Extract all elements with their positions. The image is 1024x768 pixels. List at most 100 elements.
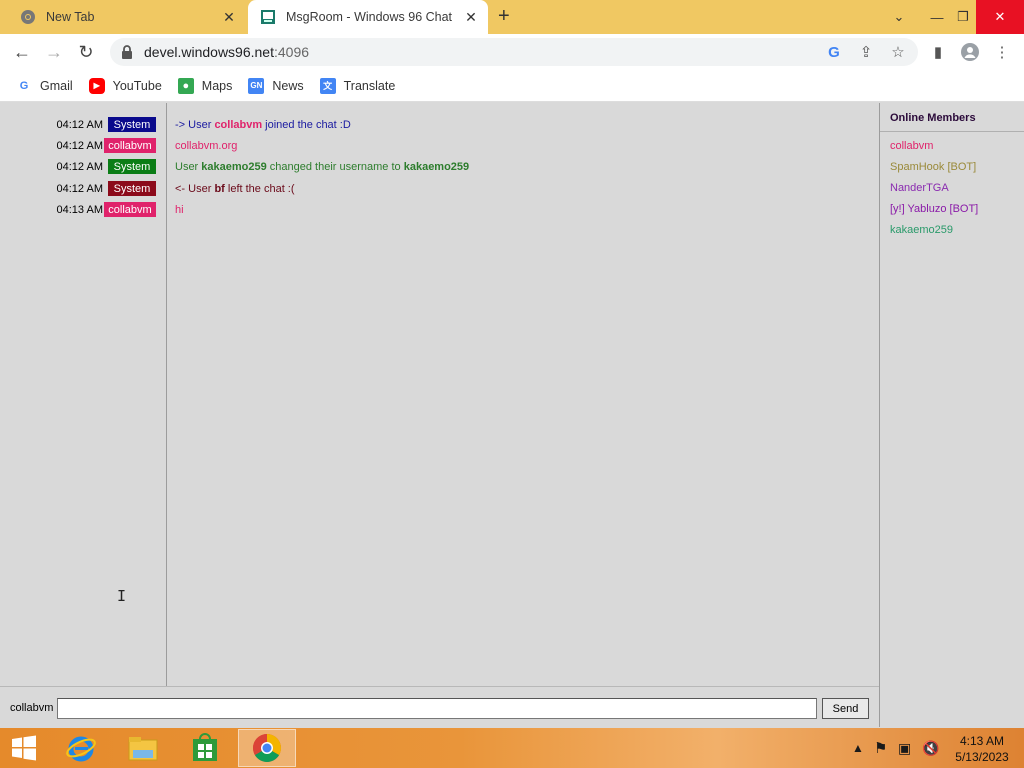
back-arrow-icon[interactable]: ←: [10, 40, 34, 64]
message-username[interactable]: bf: [214, 183, 224, 195]
lock-icon: [122, 45, 132, 59]
store-button[interactable]: [176, 729, 234, 767]
browser-toolbar: ← → ↻ devel.windows96.net:4096 G ⇪ ☆ ▮ ⋮: [0, 34, 1024, 70]
reload-icon[interactable]: ↻: [74, 40, 98, 64]
windows-taskbar: ▲ ⚑ ▣ 🔇 4:13 AM 5/13/2023: [0, 728, 1024, 768]
chrome-icon: [21, 10, 35, 24]
text-cursor-icon: I: [117, 587, 127, 605]
close-tab-icon[interactable]: ✕: [218, 9, 240, 26]
chat-message: 04:13 AM collabvm hi: [0, 202, 879, 220]
profile-avatar-icon[interactable]: [960, 42, 980, 62]
message-time: 04:13 AM: [56, 204, 103, 216]
show-hidden-icons-icon[interactable]: ▲: [852, 728, 864, 768]
chat-input-bar: collabvm Send: [0, 686, 879, 727]
chat-message: 04:12 AM collabvm collabvm.org: [0, 138, 879, 156]
member-item[interactable]: kakaemo259: [890, 224, 953, 236]
message-user-badge[interactable]: System: [108, 159, 156, 174]
bookmark-youtube[interactable]: ▶ YouTube: [88, 77, 162, 94]
member-item[interactable]: SpamHook [BOT]: [890, 161, 976, 173]
bookmark-maps[interactable]: ● Maps: [177, 77, 232, 94]
members-divider: [880, 131, 1024, 132]
chrome-icon: [253, 734, 281, 762]
message-fragment: changed their username to: [266, 161, 404, 173]
maps-icon: ●: [177, 77, 194, 94]
bookmark-gmail[interactable]: G Gmail: [16, 78, 73, 94]
chrome-taskbar-button[interactable]: [238, 729, 296, 767]
bookmark-star-icon[interactable]: ☆: [888, 42, 908, 62]
message-text: <- User bf left the chat :(: [175, 183, 295, 195]
message-fragment: hi: [175, 204, 184, 216]
message-fragment: User: [175, 161, 202, 173]
chat-log[interactable]: 04:12 AM System -> User collabvm joined th…: [0, 103, 879, 686]
message-text: User kakaemo259 changed their username t…: [175, 161, 469, 173]
send-button[interactable]: Send: [822, 698, 869, 719]
msgroom-app: 04:12 AM System -> User collabvm joined th…: [0, 103, 1024, 727]
folder-icon: [128, 737, 158, 761]
message-user-badge[interactable]: System: [108, 181, 156, 196]
member-item[interactable]: NanderTGA: [890, 182, 949, 194]
msgroom-icon: [261, 10, 275, 24]
message-fragment: -> User: [175, 119, 215, 131]
volume-muted-icon[interactable]: 🔇: [922, 728, 939, 768]
share-icon[interactable]: ⇪: [856, 42, 876, 62]
new-tab-button[interactable]: +: [498, 5, 510, 28]
clock-date: 5/13/2023: [955, 750, 1009, 764]
message-username[interactable]: collabvm: [214, 119, 262, 131]
current-username[interactable]: collabvm: [10, 702, 53, 714]
menu-dots-icon[interactable]: ⋮: [992, 42, 1012, 62]
message-user-badge[interactable]: System: [108, 117, 156, 132]
message-user-badge[interactable]: collabvm: [104, 202, 156, 217]
members-title: Online Members: [890, 112, 976, 124]
action-center-flag-icon[interactable]: ⚑: [874, 728, 887, 768]
chat-message: 04:12 AM System -> User collabvm joined th…: [0, 117, 879, 135]
taskbar-clock[interactable]: 4:13 AM 5/13/2023: [950, 733, 1014, 765]
message-username[interactable]: kakaemo259: [404, 161, 469, 173]
bookmark-news[interactable]: GN News: [248, 77, 304, 94]
file-explorer-button[interactable]: [114, 729, 172, 767]
google-icon: G: [19, 79, 29, 92]
forward-arrow-icon[interactable]: →: [42, 40, 66, 64]
close-window-button[interactable]: ✕: [976, 0, 1024, 34]
youtube-icon: ▶: [88, 77, 105, 94]
message-text: collabvm.org: [175, 140, 237, 152]
chat-message: 04:12 AM System User kakaemo259 changed th…: [0, 159, 879, 177]
message-username[interactable]: kakaemo259: [201, 161, 266, 173]
url-text: devel.windows96.net:4096: [144, 44, 310, 60]
address-bar[interactable]: devel.windows96.net:4096: [110, 38, 918, 66]
windows-logo-icon: [12, 735, 36, 761]
translate-icon: 文: [319, 77, 336, 94]
close-tab-icon[interactable]: ✕: [460, 9, 482, 26]
tab-new-tab[interactable]: New Tab ✕: [8, 0, 246, 34]
message-user-badge[interactable]: collabvm: [104, 138, 156, 153]
message-text: hi: [175, 204, 184, 216]
message-time: 04:12 AM: [56, 140, 103, 152]
message-time: 04:12 AM: [56, 119, 103, 131]
internet-explorer-button[interactable]: [52, 729, 110, 767]
tab-search-chevron-icon[interactable]: ⌄: [884, 0, 914, 34]
store-icon: [193, 733, 217, 761]
restore-button[interactable]: ❐: [948, 0, 978, 34]
message-time: 04:12 AM: [56, 161, 103, 173]
member-item[interactable]: [y!] Yabluzo [BOT]: [890, 203, 978, 215]
online-members-panel: Online Members collabvm SpamHook [BOT] Nan…: [879, 103, 1024, 727]
message-fragment: collabvm.org: [175, 140, 238, 152]
bookmark-translate[interactable]: 文 Translate: [319, 77, 395, 94]
news-icon: GN: [248, 77, 265, 94]
network-icon[interactable]: ▣: [898, 728, 911, 768]
tab-msgroom[interactable]: MsgRoom - Windows 96 Chat ✕: [248, 0, 488, 34]
tab-title: MsgRoom - Windows 96 Chat: [286, 10, 453, 24]
chat-message: 04:12 AM System <- User bf left the chat :…: [0, 181, 879, 199]
clock-time: 4:13 AM: [959, 734, 1005, 748]
chat-divider: [166, 103, 167, 686]
bookmarks-bar: G Gmail ▶ YouTube ● Maps GN News 文 Trans…: [0, 70, 1024, 102]
message-input[interactable]: [57, 698, 817, 719]
message-fragment: joined the chat :D: [262, 119, 351, 131]
message-text: -> User collabvm joined the chat :D: [175, 119, 351, 131]
member-item[interactable]: collabvm: [890, 140, 933, 152]
internet-explorer-icon: [66, 736, 96, 762]
start-button[interactable]: [0, 729, 48, 767]
google-icon[interactable]: G: [824, 42, 844, 62]
message-time: 04:12 AM: [56, 183, 103, 195]
message-fragment: <- User: [175, 183, 215, 195]
side-panel-icon[interactable]: ▮: [928, 42, 948, 62]
